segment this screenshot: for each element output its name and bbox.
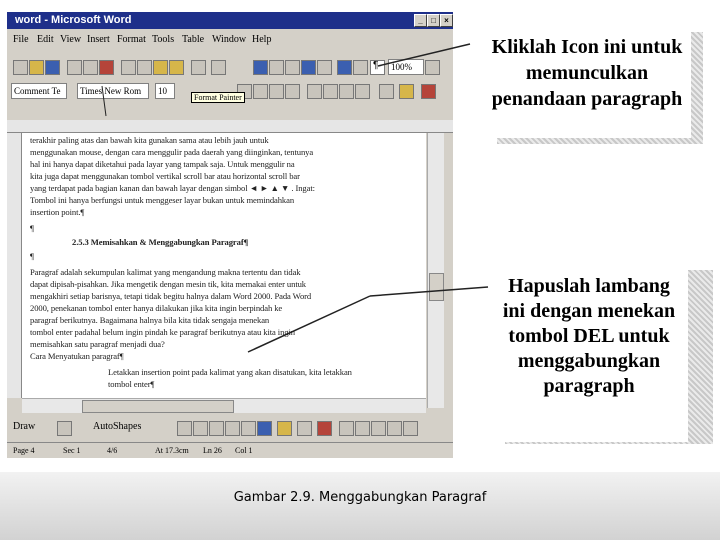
callout-bottom-line: tombol DEL untuk	[508, 325, 670, 347]
pointer-line-top	[377, 43, 471, 67]
callout-bottom: Hapuslah lambang ini dengan menekan tomb…	[490, 258, 688, 442]
callout-bottom-line: paragraph	[543, 375, 635, 397]
callout-top-line: memunculkan	[525, 62, 649, 84]
tooltip-pointer	[101, 85, 107, 117]
callout-top: Kliklah Icon ini untuk memunculkan penan…	[483, 22, 691, 138]
callout-bottom-line: ini dengan menekan	[502, 300, 676, 322]
callout-bottom-line: Hapuslah lambang	[508, 275, 670, 297]
callout-top-line: Kliklah Icon ini untuk	[491, 36, 683, 58]
figure-caption: Gambar 2.9. Menggabungkan Paragraf	[233, 490, 487, 505]
pointer-line-bottom-2	[369, 286, 489, 297]
callout-bottom-line: menggabungkan	[517, 350, 661, 372]
figure-caption-band: Gambar 2.9. Menggabungkan Paragraf	[0, 472, 720, 540]
callout-top-line: penandaan paragraph	[491, 88, 683, 110]
pointer-line-bottom	[247, 295, 371, 353]
